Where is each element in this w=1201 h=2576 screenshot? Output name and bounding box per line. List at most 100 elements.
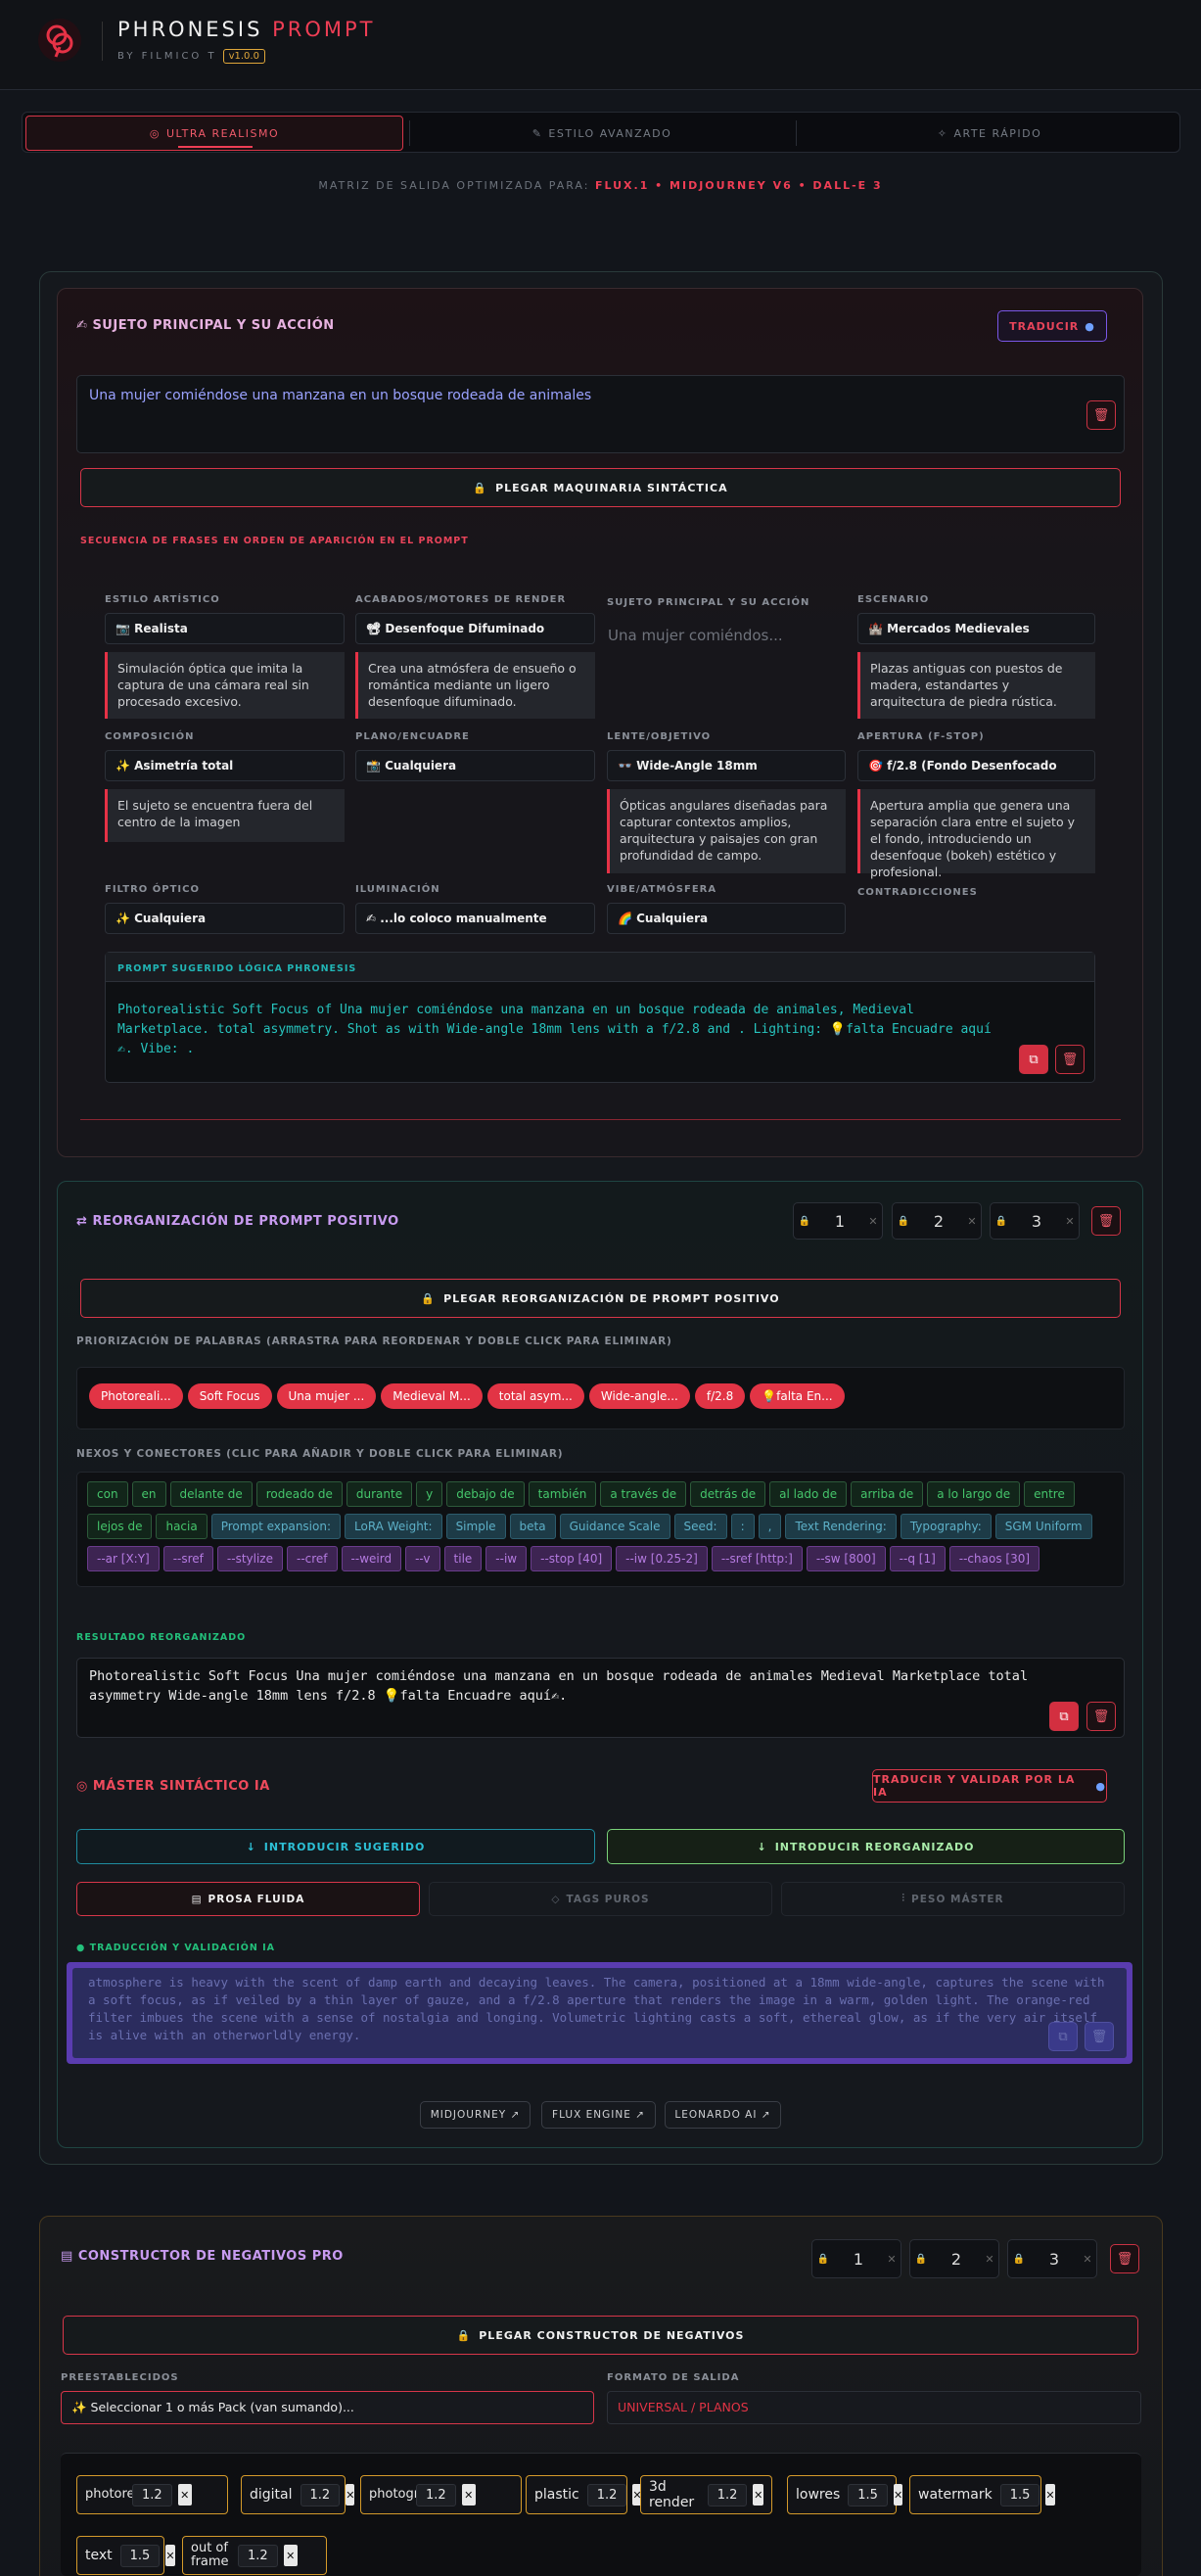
presets-select[interactable]: ✨ Seleccionar 1 o más Pack (van sumando)… — [61, 2391, 594, 2424]
mode-peso-master[interactable]: ⫶ PESO MÁSTER — [781, 1882, 1125, 1916]
connector-chip[interactable]: Simple — [445, 1514, 506, 1539]
neg-slot-3[interactable]: 🔒 3 ✕ — [1007, 2239, 1097, 2278]
negative-item[interactable]: digital 1.2 ✕ — [241, 2475, 355, 2514]
negative-item[interactable]: out of frame 1.2 ✕ — [182, 2536, 327, 2575]
format-select[interactable]: UNIVERSAL / PLANOS — [607, 2391, 1141, 2424]
negative-weight-input[interactable]: 1.2 — [586, 2483, 627, 2506]
connector-chip[interactable]: detrás de — [690, 1481, 766, 1507]
close-icon[interactable]: ✕ — [346, 2484, 355, 2506]
connector-chip[interactable]: a través de — [600, 1481, 687, 1507]
negative-item[interactable]: lowres 1.5 ✕ — [787, 2475, 903, 2514]
connector-chip[interactable]: --iw [0.25-2] — [616, 1546, 708, 1571]
deploy-syntax-button[interactable]: 🔒 PLEGAR MAQUINARIA SINTÁCTICA — [80, 468, 1121, 507]
close-icon[interactable]: ✕ — [283, 2545, 298, 2566]
connector-chip[interactable]: --sref [http:] — [711, 1546, 803, 1571]
vibe-select[interactable]: 🌈 Cualquiera — [607, 903, 846, 934]
composicion-select[interactable]: ✨ Asimetría total — [105, 750, 345, 781]
translate-validate-button[interactable]: TRADUCIR Y VALIDAR POR LA IA ● — [872, 1769, 1107, 1803]
connector-chip[interactable]: --chaos [30] — [948, 1546, 1040, 1571]
tab-arte-rapido[interactable]: ✧ ARTE RÁPIDO — [801, 116, 1178, 151]
lente-select[interactable]: 👓 Wide-Angle 18mm — [607, 750, 846, 781]
connector-chip[interactable]: --cref — [287, 1546, 338, 1571]
connector-chip[interactable]: LoRA Weight: — [345, 1514, 442, 1539]
close-icon[interactable]: ✕ — [963, 1215, 981, 1228]
connector-chip[interactable]: Typography: — [900, 1514, 992, 1539]
connector-chip[interactable]: beta — [509, 1514, 556, 1539]
connector-chip[interactable]: , — [758, 1514, 782, 1539]
connector-chip[interactable]: y — [416, 1481, 443, 1507]
validation-box[interactable]: atmosphere is heavy with the scent of da… — [67, 1962, 1132, 2064]
word-pill[interactable]: Una mujer ... — [276, 1383, 377, 1409]
connector-chip[interactable]: --sw [800] — [806, 1546, 886, 1571]
escenario-select[interactable]: 🏰 Mercados Medievales — [857, 613, 1095, 644]
intro-reorganized-button[interactable]: ↓ INTRODUCIR REORGANIZADO — [607, 1829, 1125, 1864]
word-pill[interactable]: Medieval M... — [381, 1383, 483, 1409]
subject-input[interactable]: Una mujer comiéndose una manzana en un b… — [76, 375, 1125, 453]
close-icon[interactable]: ✕ — [1079, 2253, 1096, 2266]
word-pill[interactable]: Wide-angle... — [588, 1383, 690, 1409]
close-icon[interactable]: ✕ — [753, 2484, 763, 2506]
connector-chip[interactable]: al lado de — [769, 1481, 848, 1507]
connector-chip[interactable]: --iw — [485, 1546, 528, 1571]
connector-chip[interactable]: Prompt expansion: — [210, 1514, 342, 1539]
connector-chip[interactable]: --q [1] — [889, 1546, 946, 1571]
close-icon[interactable]: ✕ — [981, 2253, 998, 2266]
connector-chip[interactable]: a lo largo de — [927, 1481, 1021, 1507]
neg-slot-2[interactable]: 🔒 2 ✕ — [909, 2239, 999, 2278]
connector-chip[interactable]: Text Rendering: — [785, 1514, 897, 1539]
mode-prosa-fluida[interactable]: ▤ PROSA FLUIDA — [76, 1882, 420, 1916]
mode-tags-puros[interactable]: ◇ TAGS PUROS — [429, 1882, 772, 1916]
word-pill[interactable]: 💡falta En... — [750, 1383, 845, 1409]
word-pill[interactable]: Soft Focus — [187, 1383, 272, 1409]
close-icon[interactable]: ✕ — [165, 2545, 175, 2566]
iluminacion-select[interactable]: ✍ ...lo coloco manualmente — [355, 903, 595, 934]
connector-chip[interactable]: --stylize — [216, 1546, 283, 1571]
word-pill[interactable]: total asym... — [486, 1383, 584, 1409]
connector-chip[interactable]: en — [131, 1481, 166, 1507]
tab-ultra-realismo[interactable]: ◎ ULTRA REALISMO — [25, 116, 403, 151]
close-icon[interactable]: ✕ — [177, 2484, 192, 2506]
negative-item[interactable]: photorealistic 1.2 ✕ — [76, 2475, 228, 2514]
close-icon[interactable]: ✕ — [1061, 1215, 1079, 1228]
connector-chip[interactable]: --weird — [341, 1546, 402, 1571]
negative-item[interactable]: 3d render 1.2 ✕ — [640, 2475, 772, 2514]
reorg-slot-1[interactable]: 🔒 1 ✕ — [793, 1202, 883, 1240]
link-flux[interactable]: FLUX ENGINE ↗ — [541, 2101, 656, 2129]
clear-validation-button[interactable]: 🗑 — [1085, 2022, 1114, 2051]
reorg-slot-2[interactable]: 🔒 2 ✕ — [892, 1202, 982, 1240]
result-box[interactable]: Photorealistic Soft Focus Una mujer comi… — [76, 1658, 1125, 1738]
connector-chip[interactable]: delante de — [169, 1481, 253, 1507]
connector-chip[interactable]: arriba de — [851, 1481, 924, 1507]
negative-item[interactable]: watermark 1.5 ✕ — [909, 2475, 1055, 2514]
clear-suggested-button[interactable]: 🗑 — [1055, 1045, 1085, 1074]
connector-chip[interactable]: con — [87, 1481, 128, 1507]
apertura-select[interactable]: 🎯 f/2.8 (Fondo Desenfocado — [857, 750, 1095, 781]
close-icon[interactable]: ✕ — [883, 2253, 901, 2266]
filtro-select[interactable]: ✨ Cualquiera — [105, 903, 345, 934]
close-icon[interactable]: ✕ — [1045, 2484, 1055, 2506]
negative-weight-input[interactable]: 1.2 — [416, 2483, 456, 2506]
connector-chip[interactable]: SGM Uniform — [994, 1514, 1092, 1539]
clear-negatives-button[interactable]: 🗑 — [1110, 2244, 1139, 2273]
word-pill[interactable]: f/2.8 — [694, 1383, 746, 1409]
copy-validation-button[interactable]: ⧉ — [1048, 2022, 1078, 2051]
connector-chip[interactable]: tile — [443, 1546, 483, 1571]
connector-chip[interactable]: rodeado de — [255, 1481, 343, 1507]
copy-suggested-button[interactable]: ⧉ — [1019, 1045, 1048, 1074]
connector-chip[interactable]: --ar [X:Y] — [87, 1546, 160, 1571]
negative-weight-input[interactable]: 1.2 — [300, 2483, 341, 2506]
connector-chip[interactable]: --v — [405, 1546, 440, 1571]
negative-item[interactable]: text 1.5 ✕ — [76, 2536, 175, 2575]
connector-chip[interactable]: durante — [346, 1481, 413, 1507]
reorg-slot-3[interactable]: 🔒 3 ✕ — [990, 1202, 1080, 1240]
connector-chip[interactable]: Guidance Scale — [559, 1514, 670, 1539]
negative-weight-input[interactable]: 1.2 — [238, 2544, 278, 2567]
close-icon[interactable]: ✕ — [893, 2484, 903, 2506]
negative-weight-input[interactable]: 1.2 — [132, 2483, 172, 2506]
estilo-select[interactable]: 📷 Realista — [105, 613, 345, 644]
clear-subject-button[interactable]: 🗑 — [1086, 400, 1116, 430]
deploy-negatives-button[interactable]: 🔒 PLEGAR CONSTRUCTOR DE NEGATIVOS — [63, 2316, 1138, 2355]
connector-chip[interactable]: --stop [40] — [531, 1546, 613, 1571]
link-leonardo[interactable]: LEONARDO AI ↗ — [665, 2101, 781, 2129]
word-pill[interactable]: Photoreali... — [89, 1383, 183, 1409]
